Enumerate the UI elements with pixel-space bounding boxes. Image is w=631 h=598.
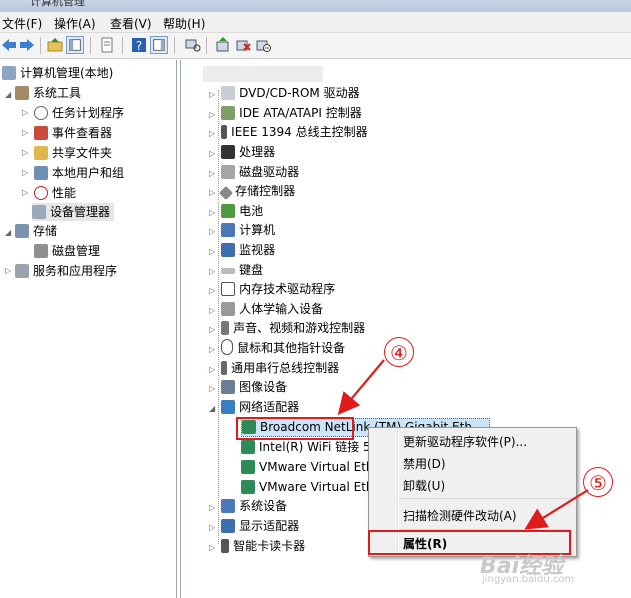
arrow-to-properties <box>524 489 589 530</box>
annotation-arrows <box>337 359 589 530</box>
arrow-to-adapter <box>337 359 385 416</box>
watermark-url: jingyan.baidu.com <box>482 574 575 585</box>
